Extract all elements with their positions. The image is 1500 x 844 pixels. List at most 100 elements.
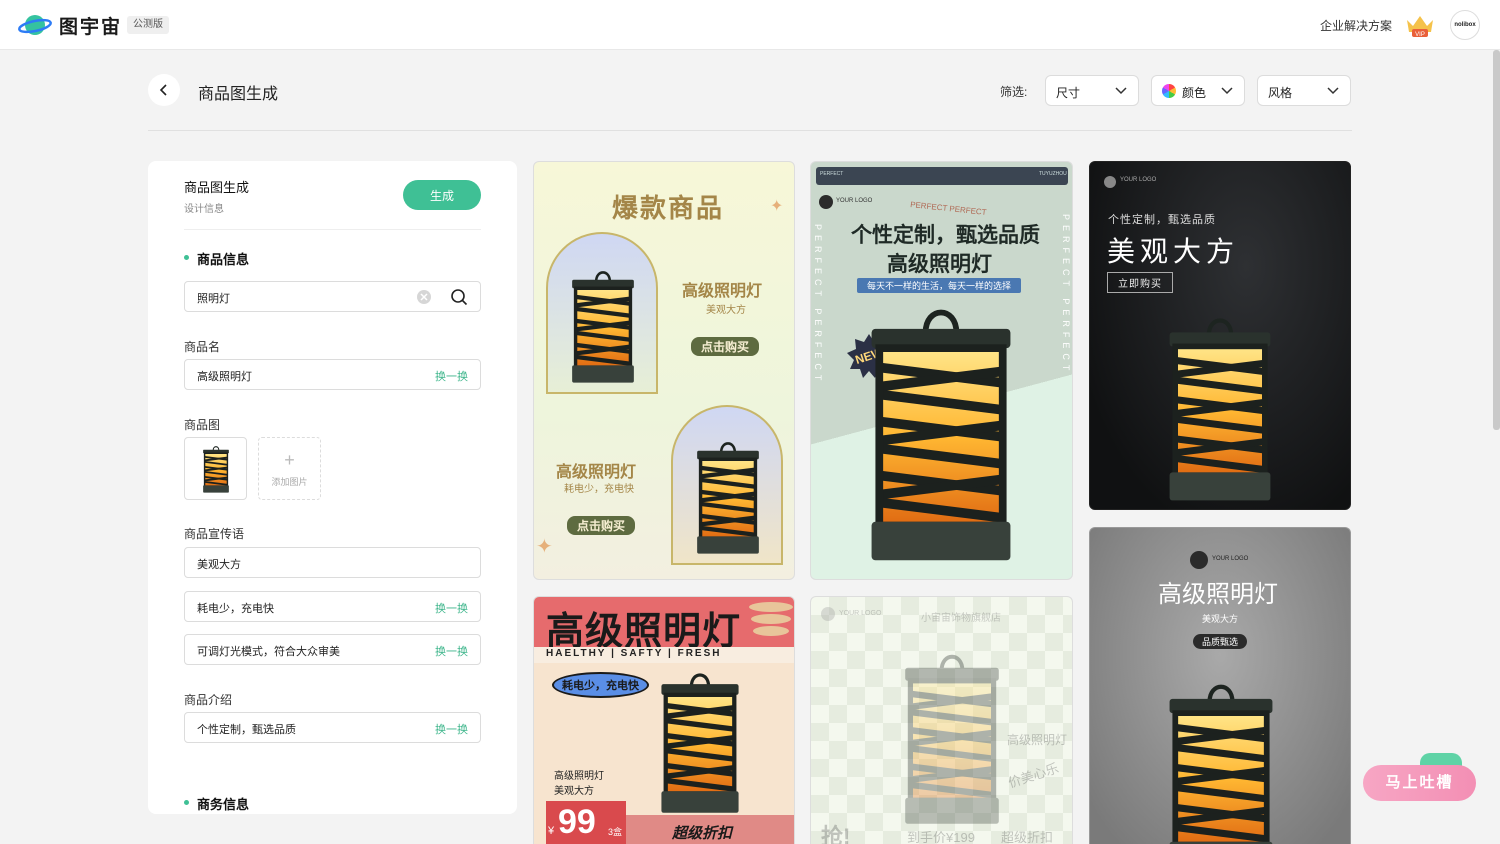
card2-logo: YOUR LOGO — [836, 198, 873, 204]
page-scrollbar[interactable] — [1493, 50, 1500, 430]
card2-side-left: PERFECT PERFECT — [813, 224, 823, 386]
slogan-field-3[interactable]: 可调灯光模式，符合大众审美 换一换 — [184, 634, 481, 665]
generate-button[interactable]: 生成 — [403, 180, 481, 210]
result-card-5[interactable]: YOUR LOGO 小宙宙饰物旗舰店 高级照明灯 价美心乐 抢! 到手价¥199… — [810, 596, 1073, 844]
beta-badge: 公测版 — [127, 16, 169, 34]
card6-title: 高级照明灯 — [1158, 582, 1278, 608]
card3-logo: YOUR LOGO — [1120, 177, 1157, 183]
card1-sub-a: 美观大方 — [706, 305, 746, 316]
vip-label: VIP — [1415, 32, 1425, 38]
card1-title-a: 高级照明灯 — [682, 283, 763, 300]
card5-price: 到手价¥199 — [907, 830, 975, 844]
result-card-4[interactable]: 高级照明灯 HAELTHY | SAFTY | FRESH 耗电少，充电快 高级… — [533, 596, 795, 844]
card4-price: 99 — [558, 803, 596, 841]
chevron-left-icon — [159, 84, 167, 96]
card4-line1: 高级照明灯 — [554, 771, 604, 782]
clear-icon[interactable] — [416, 289, 432, 305]
slogan-field-1[interactable]: 美观大方 — [184, 547, 481, 578]
card3-buy-button[interactable]: 立即购买 — [1107, 272, 1173, 293]
card1-arch-b — [671, 405, 783, 565]
swap-button[interactable]: 换一换 — [435, 368, 468, 384]
top-bar: 图宇宙 公测版 企业解决方案 VIP nolibox — [0, 0, 1500, 50]
card2-top-left: PERFECT — [820, 171, 844, 177]
swap-button[interactable]: 换一换 — [435, 600, 468, 616]
brand-name[interactable]: 图宇宙 — [59, 12, 122, 39]
logo-icon — [821, 607, 835, 621]
lantern-image — [1150, 310, 1290, 506]
lantern-image — [197, 444, 235, 494]
card2-top-bar — [816, 167, 1068, 185]
card1-buy-button-b[interactable]: 点击购买 — [567, 516, 636, 535]
header-divider — [148, 130, 1352, 131]
vip-crown-icon[interactable]: VIP — [1404, 12, 1436, 38]
result-card-1[interactable]: 爆款商品 ✦ 高级照明灯 美观大方 点击购买 高级照明灯 耗电少，充电快 点击购… — [533, 161, 795, 580]
result-card-2[interactable]: PERFECT TUYUZHOU YOUR LOGO PERFECT PERFE… — [810, 161, 1073, 580]
logo-icon[interactable] — [18, 11, 52, 39]
card3-big-text: 美观大方 — [1107, 236, 1240, 267]
slogan-label: 商品宣传语 — [184, 527, 245, 541]
back-button[interactable] — [148, 74, 180, 106]
product-name-field[interactable]: 高级照明灯 换一换 — [184, 359, 481, 390]
result-card-3[interactable]: YOUR LOGO 个性定制，甄选品质 美观大方 立即购买 — [1089, 161, 1351, 510]
card1-arch-a — [546, 232, 658, 394]
card2-title-2: 高级照明灯 — [887, 253, 992, 276]
panel-subtitle: 设计信息 — [184, 204, 224, 215]
card6-badge: 品质甄选 — [1193, 634, 1248, 649]
design-info-panel: 商品图生成 设计信息 生成 商品信息 照明灯 商品名 高级照明灯 换一换 商品图… — [148, 161, 517, 814]
swap-button[interactable]: 换一换 — [435, 643, 468, 659]
card4-line2: 美观大方 — [554, 786, 594, 797]
size-filter-select[interactable]: 尺寸 — [1045, 75, 1139, 106]
add-image-label: 添加图片 — [271, 477, 308, 487]
slogan-value-3: 可调灯光模式，符合大众审美 — [197, 646, 340, 658]
logo-icon — [1190, 551, 1208, 569]
slogan-value-2: 耗电少，充电快 — [197, 603, 274, 615]
swap-button[interactable]: 换一换 — [435, 721, 468, 737]
sparkle-icon: ✦ — [536, 536, 553, 558]
card2-arc-text: PERFECT PERFECT — [909, 200, 988, 217]
avatar[interactable]: nolibox — [1450, 10, 1480, 40]
lantern-image — [685, 437, 771, 557]
card4-noodle-image — [747, 600, 794, 646]
add-image-button[interactable]: + 添加图片 — [258, 437, 321, 500]
intro-field[interactable]: 个性定制，甄选品质 换一换 — [184, 712, 481, 743]
product-image-label: 商品图 — [184, 418, 221, 432]
logo-icon — [1104, 176, 1116, 188]
card2-side-right: PERFECT PERFECT — [1061, 214, 1071, 376]
search-icon[interactable] — [450, 288, 468, 306]
card6-sub: 美观大方 — [1202, 614, 1239, 624]
card5-faded-layer: YOUR LOGO 小宙宙饰物旗舰店 高级照明灯 价美心乐 抢! 到手价¥199… — [811, 597, 1072, 844]
card1-title-b: 高级照明灯 — [556, 464, 637, 481]
chevron-down-icon — [1221, 87, 1233, 95]
card1-buy-button-a[interactable]: 点击购买 — [691, 337, 760, 356]
sparkle-icon: ✦ — [770, 198, 784, 215]
card4-pill: 耗电少，充电快 — [552, 672, 649, 698]
card2-top-right: TUYUZHOU — [1039, 171, 1067, 177]
card4-currency: ¥ — [548, 825, 555, 837]
card4-promo: 超级折扣 — [672, 825, 733, 842]
feedback-button[interactable]: 马上吐槽 — [1363, 765, 1476, 801]
slogan-field-2[interactable]: 耗电少，充电快 换一换 — [184, 591, 481, 622]
card2-tagline: 每天不一样的生活，每天一样的选择 — [857, 278, 1022, 293]
card5-side1: 高级照明灯 — [1007, 733, 1068, 747]
result-card-6[interactable]: YOUR LOGO 高级照明灯 美观大方 品质甄选 — [1089, 527, 1351, 844]
card4-unit: 3盒 — [608, 827, 623, 837]
card1-headline: 爆款商品 — [612, 194, 725, 223]
lantern-image — [560, 266, 646, 386]
intro-value: 个性定制，甄选品质 — [197, 724, 296, 736]
card2-title-1: 个性定制，甄选品质 — [851, 224, 1040, 247]
page-title: 商品图生成 — [198, 86, 279, 103]
color-filter-select[interactable]: 颜色 — [1151, 75, 1245, 106]
product-search-input[interactable]: 照明灯 — [184, 281, 481, 312]
color-filter-label: 颜色 — [1182, 86, 1207, 100]
card3-small-text: 个性定制，甄选品质 — [1108, 214, 1216, 226]
product-image-thumb[interactable] — [184, 437, 247, 500]
color-wheel-icon — [1162, 84, 1176, 98]
card5-promo: 超级折扣 — [1001, 830, 1054, 844]
style-filter-select[interactable]: 风格 — [1257, 75, 1351, 106]
section-business-info: 商务信息 — [184, 794, 249, 813]
enterprise-solutions-link[interactable]: 企业解决方案 — [1320, 17, 1392, 34]
card5-grab: 抢! — [821, 824, 851, 844]
intro-label: 商品介绍 — [184, 693, 233, 707]
lantern-image — [1146, 676, 1296, 844]
logo-icon — [819, 195, 833, 209]
